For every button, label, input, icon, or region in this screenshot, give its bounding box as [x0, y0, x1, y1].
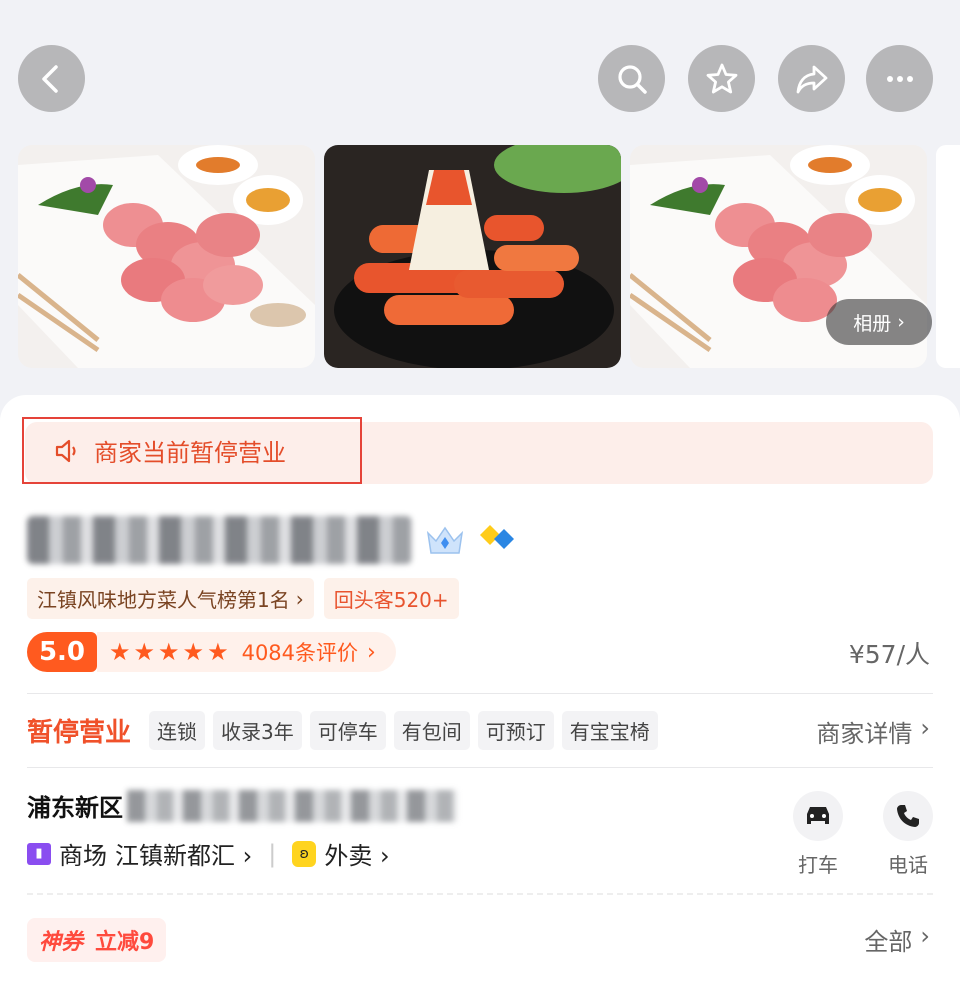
feature-tag: 有包间: [393, 711, 470, 750]
chevron-right-icon: ›: [897, 311, 905, 333]
coupon-tag[interactable]: 神券 立减9: [27, 918, 167, 962]
return-customer-tag: 回头客520+: [323, 578, 459, 619]
mall-row: ▮ 商场 江镇新都汇 › | ʚ 外卖 ›: [27, 836, 390, 871]
takeout-link[interactable]: 外卖 ›: [324, 836, 389, 871]
star-icon: ★: [207, 638, 229, 666]
chevron-right-icon: ›: [367, 639, 376, 665]
lamb-rolls-photo: [18, 145, 315, 368]
back-button[interactable]: [18, 45, 85, 112]
shop-title-row: [27, 515, 516, 565]
chevron-left-icon: [41, 64, 58, 93]
rating-score: 5.0: [27, 632, 97, 672]
feature-tag: 可预订: [477, 711, 554, 750]
gallery-photo[interactable]: [324, 145, 621, 368]
mall-name: 江镇新都汇: [115, 842, 235, 870]
share-button[interactable]: [778, 45, 845, 112]
shop-details-link[interactable]: 商家详情 ›: [816, 714, 930, 749]
coupon-discount: 立减9: [95, 930, 155, 955]
phone-label: 电话: [888, 853, 928, 877]
chevron-right-icon: ›: [295, 586, 304, 611]
feature-tag: 有宝宝椅: [561, 711, 658, 750]
takeout-label: 外卖: [324, 842, 373, 870]
mall-link[interactable]: 江镇新都汇 ›: [115, 836, 252, 871]
taxi-button[interactable]: 打车: [788, 791, 848, 878]
address-district: 浦东新区: [27, 794, 123, 822]
status-row: 暂停营业 连锁 收录3年 可停车 有包间 可预订 有宝宝椅: [27, 711, 658, 750]
taxi-icon-wrap: [793, 791, 843, 841]
mall-icon: ▮: [27, 842, 51, 865]
crab-sticks-photo: [324, 145, 621, 368]
car-icon: [807, 807, 829, 824]
shop-tags: 江镇风味地方菜人气榜第1名 › 回头客520+: [27, 578, 459, 619]
diamond-badge-icon: [480, 525, 514, 549]
star-icon: ★: [133, 638, 156, 666]
star-icon: [706, 63, 737, 93]
ranking-tag[interactable]: 江镇风味地方菜人气榜第1名 ›: [27, 578, 314, 619]
review-count: 4084条评价: [241, 641, 359, 665]
mall-prefix: 商场: [59, 842, 107, 870]
star-icon: ★: [109, 638, 131, 666]
ranking-tag-text: 江镇风味地方菜人气榜第1名: [37, 588, 290, 612]
search-icon: [617, 64, 647, 94]
rating-row[interactable]: 5.0 ★ ★ ★ ★ ★ 4084条评价 ›: [27, 632, 396, 672]
album-label: 相册: [853, 312, 892, 335]
closure-notice: 商家当前暂停营业: [22, 417, 933, 484]
address-blurred: [127, 789, 457, 822]
share-icon: [796, 65, 827, 93]
coupon-type: 神券: [39, 930, 84, 955]
shop-name-blurred: [27, 516, 412, 564]
star-icon: ★: [158, 638, 180, 666]
star-icon: ★: [182, 638, 205, 666]
album-button[interactable]: 相册 ›: [826, 299, 932, 345]
chevron-right-icon: ›: [920, 714, 930, 742]
all-coupons-label: 全部: [864, 928, 913, 956]
closure-notice-text: 商家当前暂停营业: [94, 439, 286, 467]
phone-icon-wrap: [883, 791, 933, 841]
rating-pill[interactable]: ★ ★ ★ ★ ★ 4084条评价 ›: [97, 632, 396, 672]
next-photo-peek: [936, 145, 960, 368]
more-icon: [886, 75, 913, 82]
all-coupons-link[interactable]: 全部 ›: [864, 922, 930, 957]
address-row[interactable]: 浦东新区: [27, 788, 457, 823]
takeout-icon: ʚ: [292, 840, 317, 867]
phone-button[interactable]: 电话: [878, 791, 938, 878]
taxi-label: 打车: [798, 853, 838, 877]
divider: [27, 767, 933, 768]
phone-icon: [897, 805, 919, 827]
closure-notice-highlight: 商家当前暂停营业: [22, 417, 362, 484]
shop-info-card: 商家当前暂停营业 江镇风味地方菜人气榜第1名 › 回头客520+ 5.0 ★ ★…: [0, 395, 960, 989]
shop-details-label: 商家详情: [816, 720, 913, 748]
chevron-right-icon: ›: [920, 922, 930, 950]
feature-tag: 连锁: [149, 711, 206, 750]
crown-badge-icon: [426, 526, 464, 554]
gallery-photo[interactable]: [18, 145, 315, 368]
photo-gallery[interactable]: [18, 145, 960, 368]
divider: [27, 693, 933, 694]
closed-status-label: 暂停营业: [27, 718, 132, 748]
search-button[interactable]: [598, 45, 665, 112]
feature-tag: 可停车: [309, 711, 386, 750]
separator: |: [268, 839, 277, 868]
price-per-person: ¥57/人: [848, 640, 930, 669]
dashed-divider: [27, 893, 933, 895]
speaker-icon: [55, 439, 76, 462]
favorite-button[interactable]: [688, 45, 755, 112]
feature-tag: 收录3年: [213, 711, 302, 750]
more-button[interactable]: [866, 45, 933, 112]
